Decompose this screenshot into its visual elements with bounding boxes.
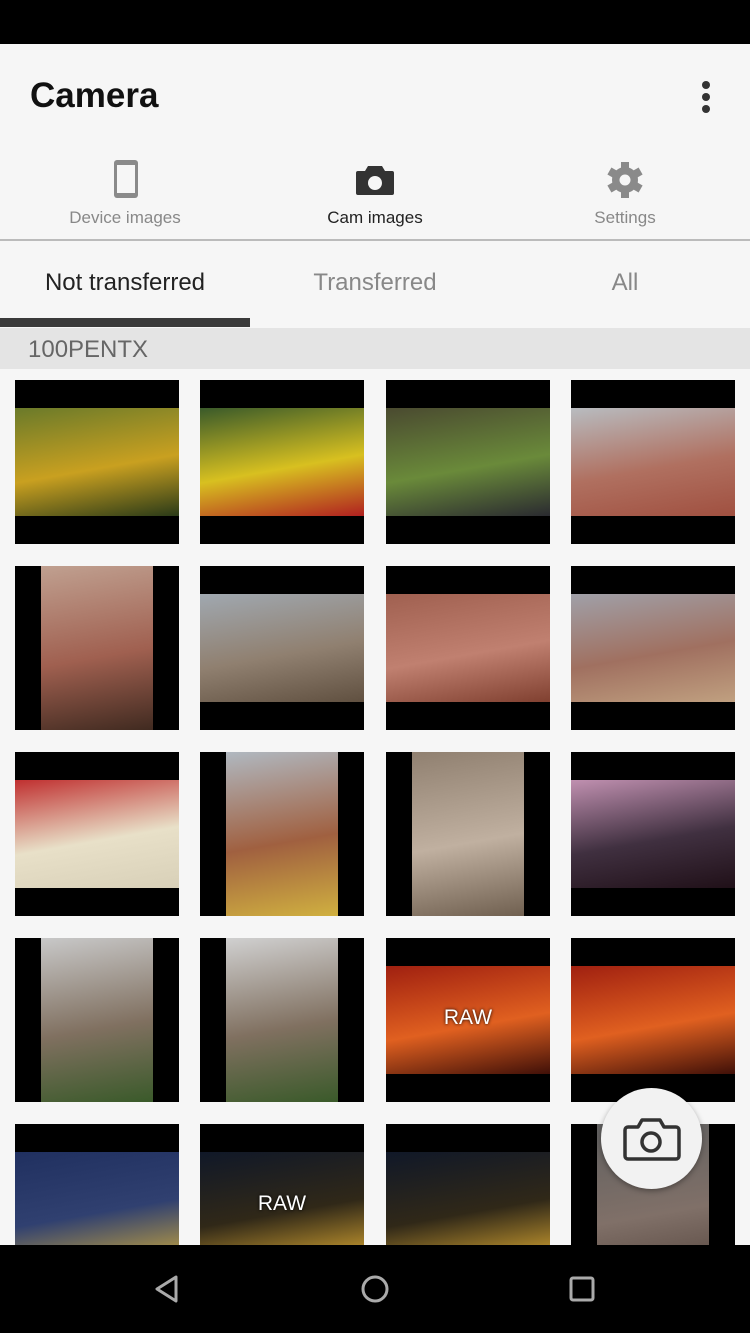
app-bar: Camera Device images Cam images Settings — [0, 44, 750, 240]
recents-icon[interactable] — [562, 1269, 602, 1309]
thumbnail[interactable] — [200, 938, 364, 1102]
thumbnail-image — [386, 408, 550, 516]
tab-all[interactable]: All — [500, 241, 750, 327]
back-icon[interactable] — [148, 1269, 188, 1309]
tab-transferred[interactable]: Transferred — [250, 241, 500, 327]
thumbnail-image — [386, 1152, 550, 1245]
thumbnail-image — [41, 938, 153, 1102]
status-bar — [0, 0, 750, 44]
thumbnail[interactable] — [571, 380, 735, 544]
thumbnail[interactable] — [200, 566, 364, 730]
thumbnail-image — [571, 594, 735, 702]
thumbnail-image — [200, 594, 364, 702]
thumbnail-image — [15, 408, 179, 516]
raw-badge: RAW — [443, 1006, 493, 1029]
thumbnail-image — [386, 594, 550, 702]
thumbnail[interactable] — [386, 1124, 550, 1245]
thumbnail[interactable] — [15, 380, 179, 544]
thumbnail[interactable] — [200, 380, 364, 544]
thumbnail[interactable] — [571, 566, 735, 730]
thumbnail[interactable] — [571, 752, 735, 916]
thumbnail[interactable] — [386, 752, 550, 916]
system-nav-bar — [0, 1245, 750, 1333]
tab-indicator — [0, 318, 250, 327]
thumbnail[interactable] — [15, 752, 179, 916]
thumbnail-image — [226, 938, 338, 1102]
thumbnail-image — [226, 752, 338, 916]
thumbnail-image — [571, 408, 735, 516]
thumbnail-image — [571, 780, 735, 888]
thumbnail-image — [200, 408, 364, 516]
thumbnail[interactable] — [15, 566, 179, 730]
smartphone-icon — [114, 160, 138, 198]
thumbnail[interactable] — [15, 1124, 179, 1245]
thumbnail[interactable] — [15, 938, 179, 1102]
sub-tabs: Not transferred Transferred All — [0, 241, 750, 327]
camera-icon — [356, 166, 394, 195]
camera-outline-icon — [623, 1118, 681, 1161]
thumbnail[interactable] — [386, 566, 550, 730]
tab-device-images[interactable]: Device images — [0, 152, 250, 232]
thumbnail[interactable] — [386, 380, 550, 544]
app-title: Camera — [30, 76, 159, 115]
tab-label: Settings — [594, 208, 656, 227]
thumbnail[interactable] — [200, 752, 364, 916]
tab-not-transferred[interactable]: Not transferred — [0, 241, 250, 327]
more-vert-icon[interactable] — [694, 78, 718, 118]
thumbnail-image — [41, 566, 153, 730]
thumbnail-image — [15, 1152, 179, 1245]
gear-icon — [607, 162, 643, 198]
tab-label: Device images — [69, 208, 181, 227]
home-icon[interactable] — [355, 1269, 395, 1309]
thumbnail[interactable] — [571, 938, 735, 1102]
thumbnail[interactable]: RAW — [386, 938, 550, 1102]
thumbnail-image — [15, 780, 179, 888]
thumbnail-image — [412, 752, 524, 916]
tab-label: Cam images — [327, 208, 423, 227]
folder-header: 100PENTX — [0, 328, 750, 369]
tab-cam-images[interactable]: Cam images — [250, 152, 500, 232]
thumbnail[interactable]: RAW — [200, 1124, 364, 1245]
thumbnail-image — [571, 966, 735, 1074]
raw-badge: RAW — [257, 1192, 307, 1215]
tab-settings[interactable]: Settings — [500, 152, 750, 232]
camera-fab-button[interactable] — [601, 1088, 702, 1189]
